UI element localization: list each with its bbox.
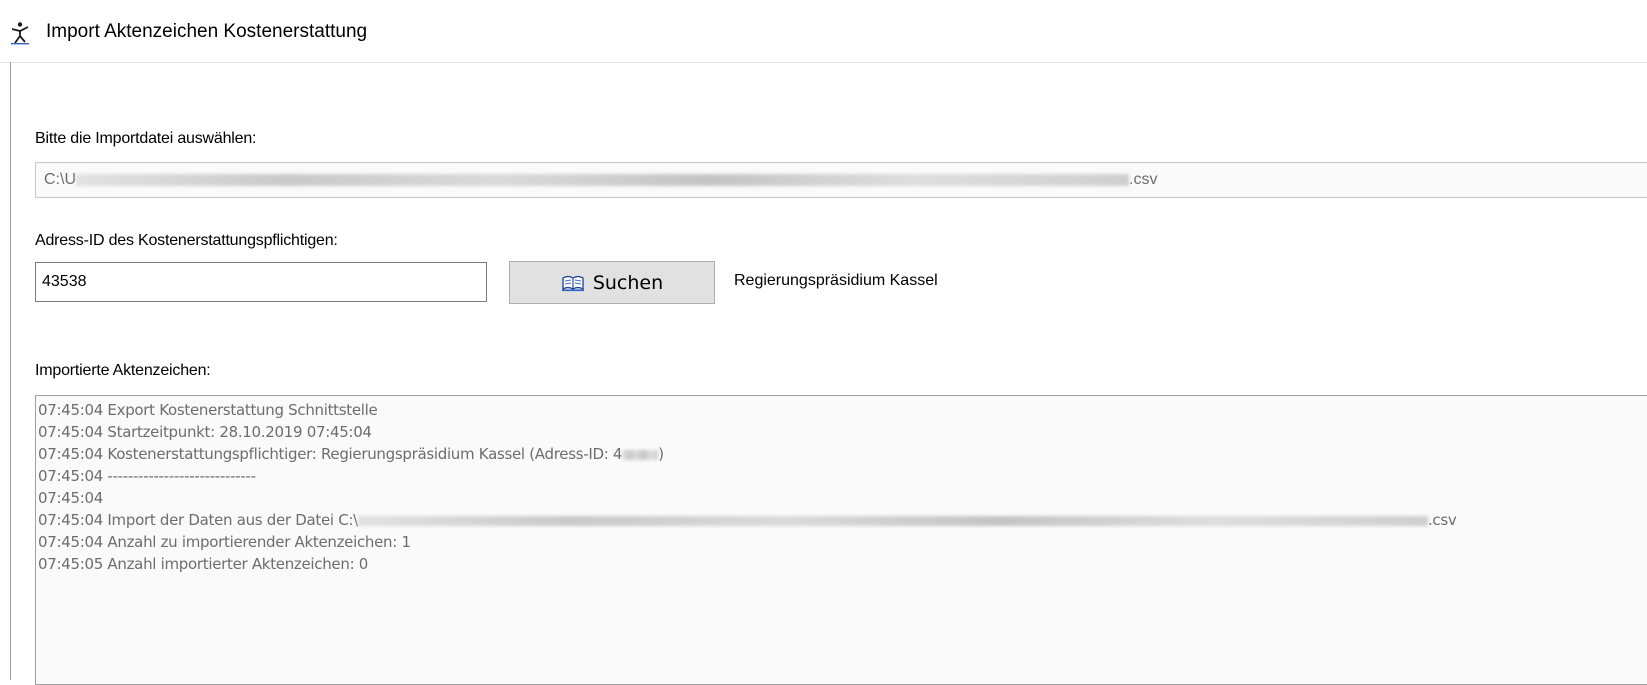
window-left-border [10,62,11,680]
log-line: 07:45:04 ----------------------------- [38,467,256,485]
log-line: 07:45:05 Anzahl importierter Aktenzeiche… [38,555,369,573]
book-search-icon [561,275,584,291]
import-file-path-text: C:\U .csv [44,171,1157,189]
log-line: 07:45:04 Kostenerstattungspflichtiger: R… [38,445,664,463]
address-id-label: Adress-ID des Kostenerstattungspflichtig… [35,232,338,249]
log-line: 07:45:04 Startzeitpunkt: 28.10.2019 07:4… [38,423,372,441]
title-bar: Import Aktenzeichen Kostenerstattung [0,0,1647,63]
log-line: 07:45:04 Export Kostenerstattung Schnitt… [38,401,378,419]
import-log-textarea[interactable]: 07:45:04 Export Kostenerstattung Schnitt… [35,395,1647,685]
address-id-input[interactable] [35,262,487,302]
search-button[interactable]: Suchen [509,261,715,304]
redacted-path [76,173,1129,186]
window-title: Import Aktenzeichen Kostenerstattung [46,21,368,42]
imported-files-label: Importierte Aktenzeichen: [35,362,211,379]
redacted-id [622,449,659,460]
redacted-path [357,515,1428,526]
log-line: 07:45:04 Anzahl zu importierender Aktenz… [38,533,411,551]
search-button-label: Suchen [592,271,664,294]
log-line: 07:45:04 Import der Daten aus der Datei … [38,511,1457,529]
import-file-path-start: C:\U [44,171,76,188]
address-name-result: Regierungspräsidium Kassel [734,272,938,289]
import-file-label: Bitte die Importdatei auswählen: [35,130,257,147]
import-dialog-window: Import Aktenzeichen Kostenerstattung Bit… [0,0,1647,685]
log-line: 07:45:04 [38,489,103,507]
import-file-path-end: .csv [1129,171,1158,188]
app-dancer-icon [11,22,29,45]
import-file-path-field[interactable]: C:\U .csv [35,162,1647,198]
